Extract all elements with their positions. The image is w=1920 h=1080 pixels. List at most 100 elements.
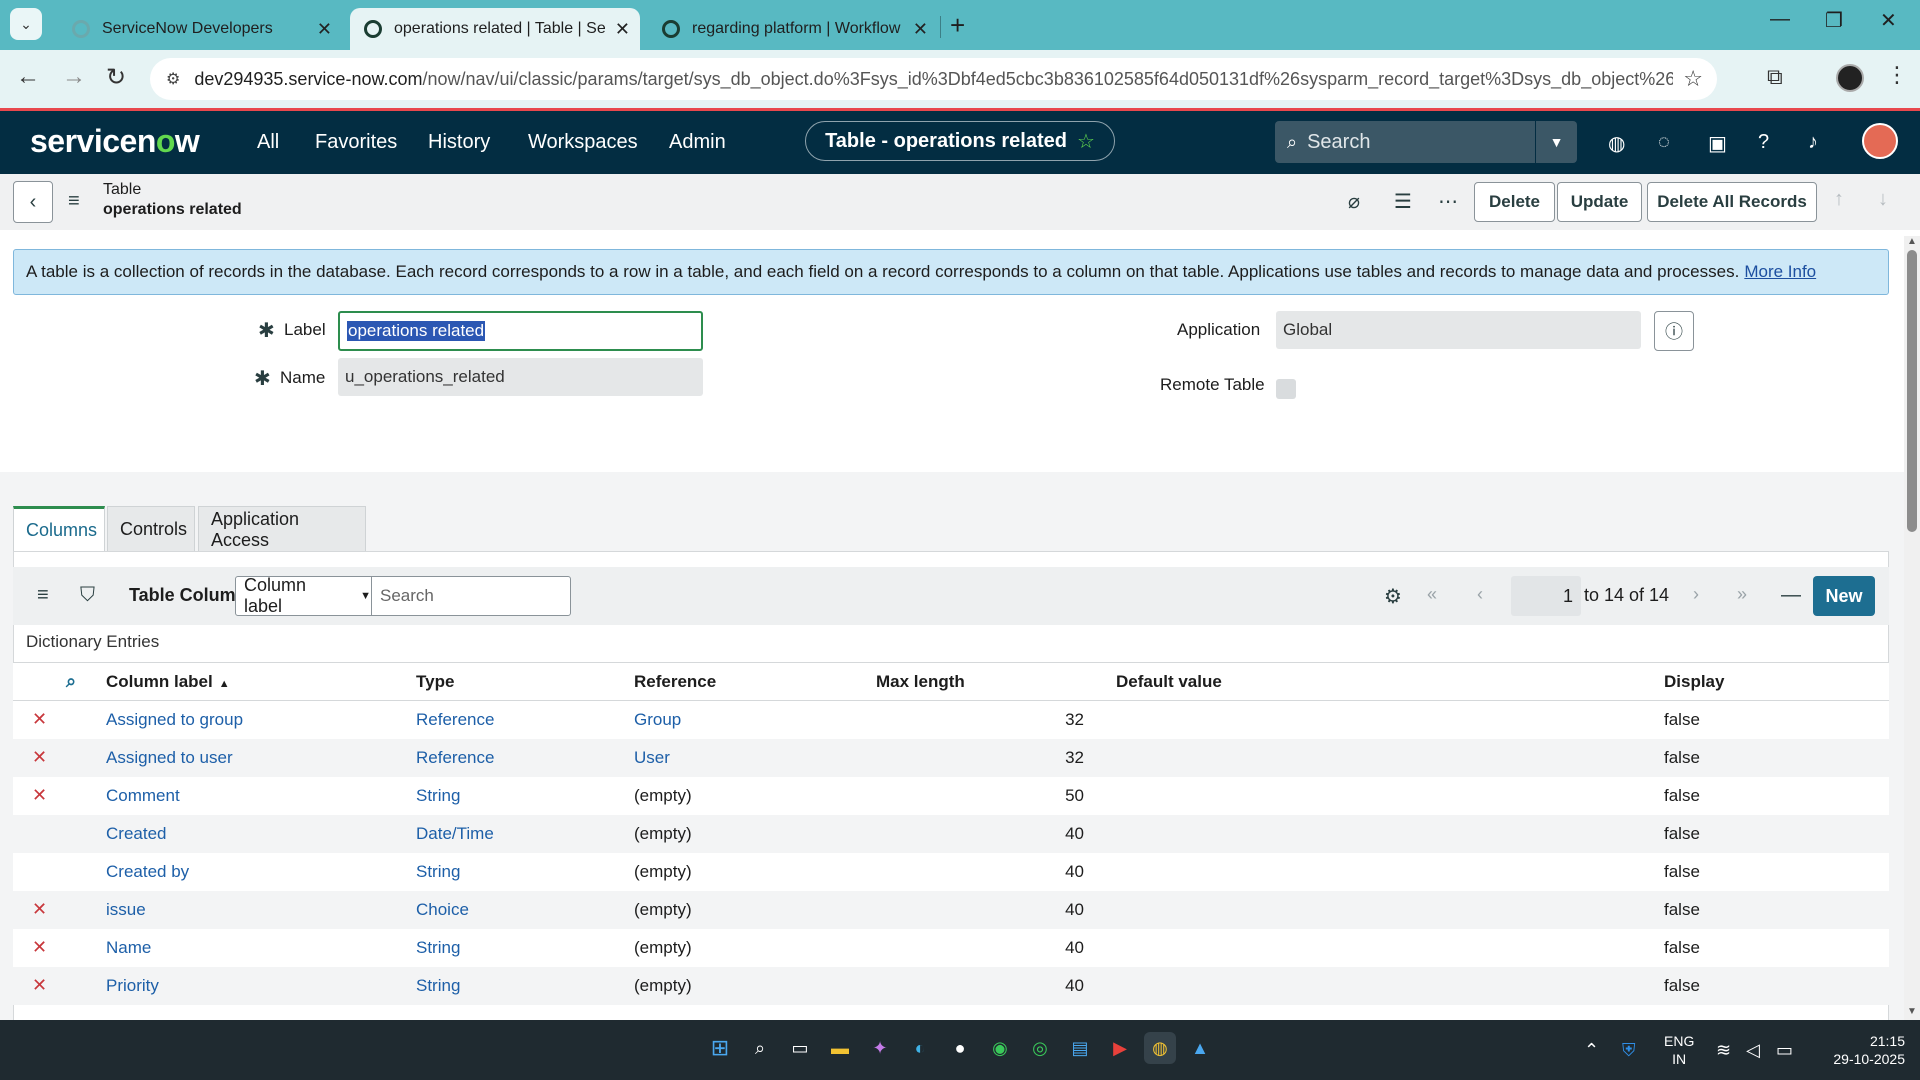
search-icon[interactable]: ⌕: [744, 1032, 776, 1064]
column-header-display[interactable]: Display: [1664, 662, 1889, 701]
next-page-icon[interactable]: ›: [1693, 584, 1699, 605]
address-bar[interactable]: ⚙ dev294935.service-now.com/now/nav/ui/c…: [150, 58, 1717, 100]
delete-column-icon[interactable]: ✕: [13, 700, 66, 739]
filter-icon[interactable]: ⛉: [80, 584, 95, 607]
update-button[interactable]: Update: [1557, 182, 1642, 222]
whatsapp-icon[interactable]: ◉: [984, 1032, 1016, 1064]
personalize-form-icon[interactable]: ☰: [1394, 189, 1412, 214]
column-type-link[interactable]: Reference: [416, 700, 634, 739]
new-tab-button[interactable]: +: [950, 10, 965, 41]
column-type-link[interactable]: String: [416, 928, 634, 967]
column-reference[interactable]: Group: [634, 700, 876, 739]
close-tab-icon[interactable]: ✕: [913, 19, 928, 40]
close-tab-icon[interactable]: ✕: [317, 19, 332, 40]
column-type-link[interactable]: String: [416, 776, 634, 815]
back-arrow-icon[interactable]: ←: [16, 63, 40, 91]
task-view-icon[interactable]: ▭: [784, 1032, 816, 1064]
browser-tab-operations[interactable]: operations related | Table | Serv ✕: [350, 8, 640, 50]
application-info-button[interactable]: ⓘ: [1654, 311, 1694, 351]
photos-icon[interactable]: ▲: [1184, 1032, 1216, 1064]
column-label-link[interactable]: Created: [106, 814, 416, 853]
more-info-link[interactable]: More Info: [1744, 262, 1816, 282]
tab-search-button[interactable]: ⌄: [10, 8, 42, 40]
search-field-select[interactable]: Column label ▼: [235, 575, 372, 616]
list-menu-icon[interactable]: ≡: [37, 584, 49, 607]
reload-icon[interactable]: ↻: [106, 63, 126, 92]
column-label-link[interactable]: issue: [106, 890, 416, 929]
column-search-icon[interactable]: ⌕: [66, 662, 106, 701]
menu-workspaces[interactable]: Workspaces: [528, 131, 638, 154]
wifi-icon[interactable]: ≋: [1716, 1040, 1731, 1061]
site-info-icon[interactable]: ⚙: [166, 69, 180, 89]
menu-admin[interactable]: Admin: [669, 131, 726, 154]
delete-column-icon[interactable]: ✕: [13, 890, 66, 929]
menu-history[interactable]: History: [428, 131, 490, 154]
previous-record-icon[interactable]: ↑: [1834, 188, 1844, 211]
restore-icon[interactable]: ❐: [1825, 8, 1843, 33]
search-scope-dropdown[interactable]: ▼: [1535, 121, 1577, 163]
security-shield-icon[interactable]: ⛨: [1622, 1040, 1636, 1061]
column-header-reference[interactable]: Reference: [634, 662, 876, 701]
delete-column-icon[interactable]: ✕: [13, 738, 66, 777]
spotify-icon[interactable]: ◎: [1024, 1032, 1056, 1064]
notepad-icon[interactable]: ▤: [1064, 1032, 1096, 1064]
column-label-link[interactable]: Assigned to user: [106, 738, 416, 777]
volume-icon[interactable]: ◁: [1746, 1040, 1760, 1061]
bookmark-star-icon[interactable]: ☆: [1683, 66, 1703, 92]
collapse-list-icon[interactable]: —: [1781, 584, 1801, 607]
column-header-default-value[interactable]: Default value: [1116, 662, 1664, 701]
scroll-up-icon[interactable]: ▲: [1907, 236, 1917, 247]
clock[interactable]: 21:15 29-10-2025: [1815, 1032, 1905, 1068]
chrome-icon[interactable]: ◍: [1144, 1032, 1176, 1064]
battery-icon[interactable]: ▭: [1776, 1040, 1793, 1061]
new-button[interactable]: New: [1813, 576, 1875, 616]
browser-menu-icon[interactable]: ⋮: [1886, 62, 1908, 88]
forward-arrow-icon[interactable]: →: [62, 63, 86, 91]
language-indicator[interactable]: ENG IN: [1664, 1032, 1694, 1068]
gear-icon[interactable]: ⚙: [1384, 584, 1402, 609]
more-options-icon[interactable]: ⋯: [1438, 189, 1458, 214]
remote-table-checkbox[interactable]: [1276, 379, 1296, 399]
column-header-max-length[interactable]: Max length: [876, 662, 1116, 701]
delete-column-icon[interactable]: [13, 852, 66, 891]
close-tab-icon[interactable]: ✕: [615, 19, 630, 40]
file-explorer-icon[interactable]: ▬: [824, 1032, 856, 1064]
app-icon[interactable]: ●: [944, 1032, 976, 1064]
delete-column-icon[interactable]: [13, 814, 66, 853]
column-label-link[interactable]: Priority: [106, 966, 416, 1005]
page-number-input[interactable]: 1: [1511, 576, 1581, 616]
page-scrollbar[interactable]: ▲ ▼: [1904, 236, 1920, 1020]
help-icon[interactable]: ?: [1758, 131, 1769, 154]
context-title-pill[interactable]: Table - operations related ☆: [805, 121, 1115, 161]
scroll-down-icon[interactable]: ▼: [1907, 1006, 1917, 1017]
copilot-icon[interactable]: ✦: [864, 1032, 896, 1064]
tab-controls[interactable]: Controls: [107, 506, 195, 552]
next-record-icon[interactable]: ↓: [1878, 188, 1888, 211]
previous-page-icon[interactable]: ‹: [1477, 584, 1483, 605]
attachment-icon[interactable]: ⌀: [1348, 189, 1360, 214]
list-search-input[interactable]: Search: [371, 576, 571, 616]
column-label-link[interactable]: Comment: [106, 776, 416, 815]
impersonate-icon[interactable]: ▣: [1708, 131, 1727, 156]
column-type-link[interactable]: String: [416, 852, 634, 891]
browser-tab-developers[interactable]: ServiceNow Developers ✕: [58, 8, 342, 50]
form-context-menu-icon[interactable]: ≡: [68, 190, 80, 213]
label-input[interactable]: operations related: [338, 311, 703, 351]
servicenow-logo[interactable]: servicenow: [30, 123, 200, 160]
favorite-star-icon[interactable]: ☆: [1077, 129, 1095, 154]
minimize-icon[interactable]: —: [1770, 8, 1790, 31]
extensions-icon[interactable]: ⧉: [1767, 64, 1783, 90]
user-avatar[interactable]: [1862, 123, 1898, 159]
column-type-link[interactable]: String: [416, 966, 634, 1005]
show-hidden-icons[interactable]: ⌃: [1584, 1040, 1599, 1061]
column-header-label[interactable]: Column label ▲: [106, 662, 416, 701]
column-type-link[interactable]: Reference: [416, 738, 634, 777]
youtube-icon[interactable]: ▶: [1104, 1032, 1136, 1064]
tab-application-access[interactable]: Application Access: [198, 506, 366, 552]
last-page-icon[interactable]: »: [1737, 584, 1747, 605]
browser-tab-platform[interactable]: regarding platform | Workflow S ✕: [648, 8, 938, 50]
column-label-link[interactable]: Name: [106, 928, 416, 967]
windows-start-icon[interactable]: ⊞: [704, 1032, 736, 1064]
menu-favorites[interactable]: Favorites: [315, 131, 397, 154]
notification-bell-icon[interactable]: ♪: [1808, 131, 1818, 154]
